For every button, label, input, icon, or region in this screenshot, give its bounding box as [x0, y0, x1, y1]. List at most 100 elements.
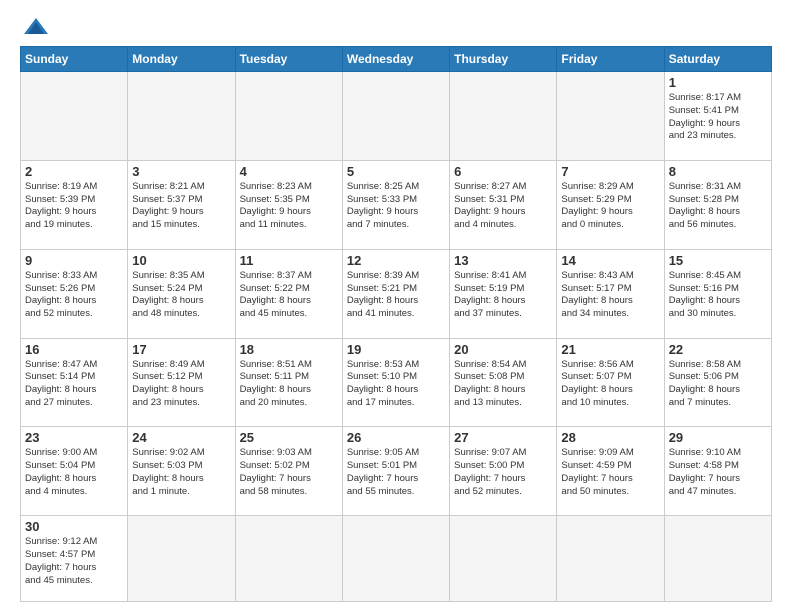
- calendar-table: SundayMondayTuesdayWednesdayThursdayFrid…: [20, 46, 772, 602]
- calendar-week-5: 30 Sunrise: 9:12 AM Sunset: 4:57 PM Dayli…: [21, 516, 772, 602]
- day-number: 24: [132, 430, 230, 445]
- calendar-cell: 12Sunrise: 8:39 AM Sunset: 5:21 PM Dayli…: [342, 249, 449, 338]
- day-info: Sunrise: 8:43 AM Sunset: 5:17 PM Dayligh…: [561, 270, 659, 321]
- calendar-cell: 27 Sunrise: 9:07 AM Sunset: 5:00 PM Dayli…: [450, 427, 557, 516]
- calendar-cell: [235, 72, 342, 161]
- day-number: 4: [240, 164, 338, 179]
- day-info: Sunrise: 9:02 AM Sunset: 5:03 PM Dayligh…: [132, 447, 230, 498]
- day-number: 27: [454, 430, 552, 445]
- weekday-header-thursday: Thursday: [450, 47, 557, 72]
- day-info: Sunrise: 8:39 AM Sunset: 5:21 PM Dayligh…: [347, 270, 445, 321]
- day-info: Sunrise: 8:37 AM Sunset: 5:22 PM Dayligh…: [240, 270, 338, 321]
- day-info: Sunrise: 8:31 AM Sunset: 5:28 PM Dayligh…: [669, 181, 767, 232]
- day-info: Sunrise: 9:00 AM Sunset: 5:04 PM Dayligh…: [25, 447, 123, 498]
- calendar-cell: [128, 72, 235, 161]
- calendar-week-2: 9Sunrise: 8:33 AM Sunset: 5:26 PM Daylig…: [21, 249, 772, 338]
- day-number: 26: [347, 430, 445, 445]
- day-info: Sunrise: 8:25 AM Sunset: 5:33 PM Dayligh…: [347, 181, 445, 232]
- calendar-cell: 3 Sunrise: 8:21 AM Sunset: 5:37 PM Daylig…: [128, 160, 235, 249]
- calendar-cell: 25Sunrise: 9:03 AM Sunset: 5:02 PM Dayli…: [235, 427, 342, 516]
- page: SundayMondayTuesdayWednesdayThursdayFrid…: [0, 0, 792, 612]
- calendar-cell: [557, 516, 664, 602]
- calendar-cell: 28Sunrise: 9:09 AM Sunset: 4:59 PM Dayli…: [557, 427, 664, 516]
- calendar-week-1: 2Sunrise: 8:19 AM Sunset: 5:39 PM Daylig…: [21, 160, 772, 249]
- logo-icon: [22, 16, 50, 38]
- calendar-cell: [450, 516, 557, 602]
- day-info: Sunrise: 8:29 AM Sunset: 5:29 PM Dayligh…: [561, 181, 659, 232]
- calendar-cell: 9Sunrise: 8:33 AM Sunset: 5:26 PM Daylig…: [21, 249, 128, 338]
- calendar-cell: [342, 72, 449, 161]
- day-number: 3: [132, 164, 230, 179]
- calendar-cell: 2Sunrise: 8:19 AM Sunset: 5:39 PM Daylig…: [21, 160, 128, 249]
- weekday-header-monday: Monday: [128, 47, 235, 72]
- calendar-cell: 18Sunrise: 8:51 AM Sunset: 5:11 PM Dayli…: [235, 338, 342, 427]
- day-number: 5: [347, 164, 445, 179]
- logo: [20, 16, 50, 38]
- calendar-cell: [557, 72, 664, 161]
- day-number: 29: [669, 430, 767, 445]
- day-number: 1: [669, 75, 767, 90]
- day-info: Sunrise: 8:17 AM Sunset: 5:41 PM Dayligh…: [669, 92, 767, 143]
- day-info: Sunrise: 8:23 AM Sunset: 5:35 PM Dayligh…: [240, 181, 338, 232]
- calendar-cell: 19 Sunrise: 8:53 AM Sunset: 5:10 PM Dayli…: [342, 338, 449, 427]
- calendar-cell: 1 Sunrise: 8:17 AM Sunset: 5:41 PM Daylig…: [664, 72, 771, 161]
- calendar-header: SundayMondayTuesdayWednesdayThursdayFrid…: [21, 47, 772, 72]
- day-info: Sunrise: 9:07 AM Sunset: 5:00 PM Dayligh…: [454, 447, 552, 498]
- day-number: 25: [240, 430, 338, 445]
- calendar-week-4: 23Sunrise: 9:00 AM Sunset: 5:04 PM Dayli…: [21, 427, 772, 516]
- calendar-week-3: 16 Sunrise: 8:47 AM Sunset: 5:14 PM Dayli…: [21, 338, 772, 427]
- day-info: Sunrise: 8:58 AM Sunset: 5:06 PM Dayligh…: [669, 359, 767, 410]
- day-number: 7: [561, 164, 659, 179]
- weekday-header-wednesday: Wednesday: [342, 47, 449, 72]
- day-info: Sunrise: 8:41 AM Sunset: 5:19 PM Dayligh…: [454, 270, 552, 321]
- day-info: Sunrise: 8:49 AM Sunset: 5:12 PM Dayligh…: [132, 359, 230, 410]
- calendar-cell: 15Sunrise: 8:45 AM Sunset: 5:16 PM Dayli…: [664, 249, 771, 338]
- day-info: Sunrise: 8:19 AM Sunset: 5:39 PM Dayligh…: [25, 181, 123, 232]
- day-info: Sunrise: 8:47 AM Sunset: 5:14 PM Dayligh…: [25, 359, 123, 410]
- day-number: 6: [454, 164, 552, 179]
- day-info: Sunrise: 9:12 AM Sunset: 4:57 PM Dayligh…: [25, 536, 123, 587]
- calendar-cell: 21Sunrise: 8:56 AM Sunset: 5:07 PM Dayli…: [557, 338, 664, 427]
- day-number: 18: [240, 342, 338, 357]
- day-info: Sunrise: 9:05 AM Sunset: 5:01 PM Dayligh…: [347, 447, 445, 498]
- day-number: 30: [25, 519, 123, 534]
- day-number: 8: [669, 164, 767, 179]
- calendar-cell: [21, 72, 128, 161]
- day-number: 19: [347, 342, 445, 357]
- calendar-cell: [235, 516, 342, 602]
- header: [20, 16, 772, 38]
- calendar-cell: 14 Sunrise: 8:43 AM Sunset: 5:17 PM Dayli…: [557, 249, 664, 338]
- calendar-cell: 13 Sunrise: 8:41 AM Sunset: 5:19 PM Dayli…: [450, 249, 557, 338]
- weekday-header-sunday: Sunday: [21, 47, 128, 72]
- day-info: Sunrise: 8:21 AM Sunset: 5:37 PM Dayligh…: [132, 181, 230, 232]
- day-number: 17: [132, 342, 230, 357]
- day-number: 21: [561, 342, 659, 357]
- calendar-cell: 20Sunrise: 8:54 AM Sunset: 5:08 PM Dayli…: [450, 338, 557, 427]
- day-number: 28: [561, 430, 659, 445]
- calendar-cell: [342, 516, 449, 602]
- calendar-cell: 6 Sunrise: 8:27 AM Sunset: 5:31 PM Daylig…: [450, 160, 557, 249]
- calendar-cell: 4 Sunrise: 8:23 AM Sunset: 5:35 PM Daylig…: [235, 160, 342, 249]
- calendar-cell: 8 Sunrise: 8:31 AM Sunset: 5:28 PM Daylig…: [664, 160, 771, 249]
- calendar-body: 1 Sunrise: 8:17 AM Sunset: 5:41 PM Daylig…: [21, 72, 772, 602]
- day-number: 22: [669, 342, 767, 357]
- day-number: 13: [454, 253, 552, 268]
- day-number: 15: [669, 253, 767, 268]
- calendar-cell: 16 Sunrise: 8:47 AM Sunset: 5:14 PM Dayli…: [21, 338, 128, 427]
- day-info: Sunrise: 8:53 AM Sunset: 5:10 PM Dayligh…: [347, 359, 445, 410]
- weekday-header-row: SundayMondayTuesdayWednesdayThursdayFrid…: [21, 47, 772, 72]
- weekday-header-friday: Friday: [557, 47, 664, 72]
- calendar-cell: [664, 516, 771, 602]
- day-number: 14: [561, 253, 659, 268]
- day-info: Sunrise: 8:33 AM Sunset: 5:26 PM Dayligh…: [25, 270, 123, 321]
- calendar-cell: 26 Sunrise: 9:05 AM Sunset: 5:01 PM Dayli…: [342, 427, 449, 516]
- day-number: 20: [454, 342, 552, 357]
- calendar-cell: 5 Sunrise: 8:25 AM Sunset: 5:33 PM Daylig…: [342, 160, 449, 249]
- day-info: Sunrise: 9:10 AM Sunset: 4:58 PM Dayligh…: [669, 447, 767, 498]
- day-info: Sunrise: 8:35 AM Sunset: 5:24 PM Dayligh…: [132, 270, 230, 321]
- day-info: Sunrise: 8:27 AM Sunset: 5:31 PM Dayligh…: [454, 181, 552, 232]
- weekday-header-saturday: Saturday: [664, 47, 771, 72]
- day-number: 11: [240, 253, 338, 268]
- day-number: 16: [25, 342, 123, 357]
- weekday-header-tuesday: Tuesday: [235, 47, 342, 72]
